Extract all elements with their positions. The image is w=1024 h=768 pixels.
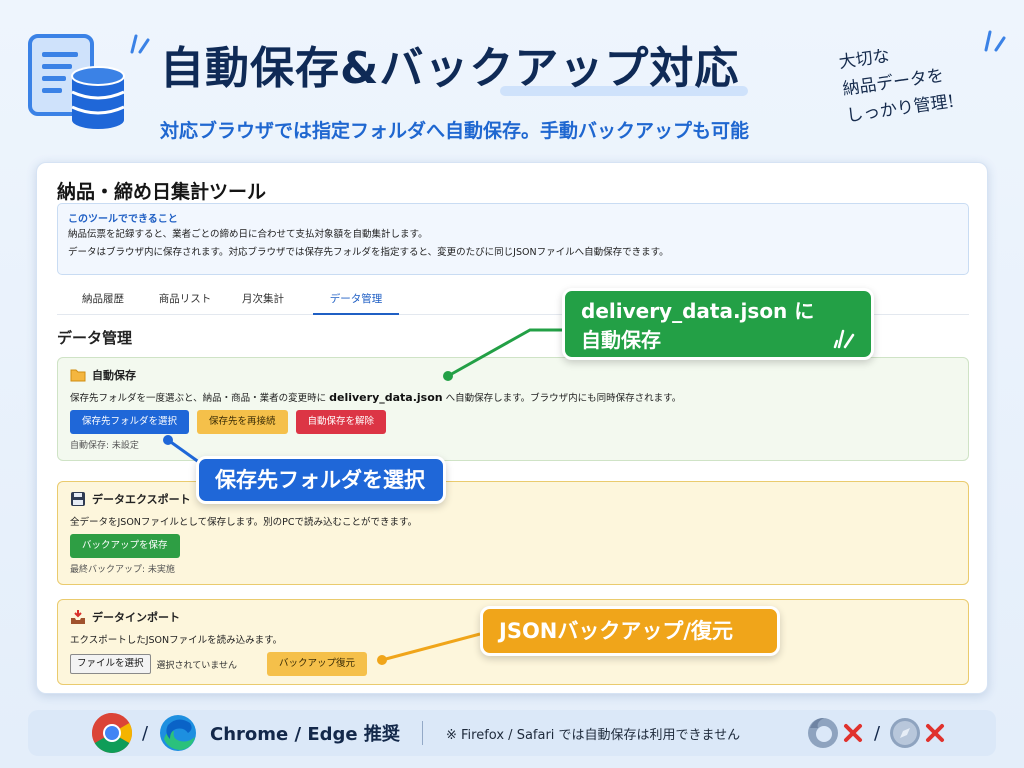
file-status: 選択されていません <box>156 660 237 671</box>
safari-icon <box>890 718 920 748</box>
autosave-desc-before: 保存先フォルダを一度選ぶと、納品・商品・業者の変更時に <box>70 393 330 404</box>
callout-line-2: 自動保存 <box>581 328 661 352</box>
autosave-status: 自動保存: 未設定 <box>70 441 139 451</box>
sparkle-icon <box>130 34 150 54</box>
footer-divider <box>422 721 423 745</box>
app-title: 納品・締め日集計ツール <box>57 181 267 203</box>
select-folder-callout: 保存先フォルダを選択 <box>196 456 446 504</box>
folder-icon <box>70 369 86 382</box>
section-heading: データ管理 <box>57 329 133 347</box>
info-box: このツールでできること 納品伝票を記録すると、業者ごとの締め日に合わせて支払対象… <box>57 203 969 275</box>
browser-separator: / <box>874 722 881 744</box>
recommended-browsers: Chrome / Edge 推奨 <box>210 724 400 745</box>
import-title: データインポート <box>92 611 180 624</box>
document-database-icon <box>28 34 125 129</box>
restore-backup-button[interactable]: バックアップ復元 <box>266 652 367 676</box>
disable-autosave-button[interactable]: 自動保存を解除 <box>295 410 387 434</box>
autosave-file-name: delivery_data.json <box>329 391 443 404</box>
callout-line-1: delivery_data.json に <box>581 299 815 323</box>
tab-delivery-history[interactable]: 納品履歴 <box>73 289 133 315</box>
firefox-icon <box>808 718 838 748</box>
autosave-desc-after: へ自動保存します。ブラウザ内にも同時保存されます。 <box>442 393 682 404</box>
export-panel: データエクスポート 全データをJSONファイルとして保存します。別のPCで読み込… <box>57 481 969 585</box>
export-title: データエクスポート <box>92 493 191 506</box>
cross-icon <box>926 724 944 742</box>
autosave-title: 自動保存 <box>92 369 136 382</box>
autosave-description: 保存先フォルダを一度選ぶと、納品・商品・業者の変更時に delivery_dat… <box>70 390 956 404</box>
inbox-tray-icon <box>71 610 85 624</box>
sparkle-icon <box>833 329 855 349</box>
browser-note: ※ Firefox / Safari では自動保存は利用できません <box>446 727 741 743</box>
sparkle-icon <box>984 30 1006 52</box>
cross-icon <box>844 724 862 742</box>
autosave-panel: 自動保存 保存先フォルダを一度選ぶと、納品・商品・業者の変更時に deliver… <box>57 357 969 461</box>
browser-separator: / <box>142 722 149 744</box>
reconnect-folder-button[interactable]: 保存先を再接続 <box>197 410 288 434</box>
footer-bar: / Chrome / Edge 推奨 ※ Firefox / Safari では… <box>28 710 996 756</box>
backup-restore-callout: JSONバックアップ/復元 <box>480 606 780 656</box>
floppy-disk-icon <box>71 492 85 506</box>
page-subtitle: 対応ブラウザでは指定フォルダへ自動保存。手動バックアップも可能 <box>160 120 750 142</box>
last-backup-status: 最終バックアップ: 未実施 <box>70 565 175 575</box>
tab-data-management[interactable]: データ管理 <box>313 289 399 315</box>
tab-product-list[interactable]: 商品リスト <box>149 289 221 315</box>
info-line-2: データはブラウザ内に保存されます。対応ブラウザでは保存先フォルダを指定すると、変… <box>68 247 669 258</box>
info-title: このツールでできること <box>68 214 178 225</box>
edge-icon <box>160 715 196 751</box>
export-description: 全データをJSONファイルとして保存します。別のPCで読み込むことができます。 <box>70 517 418 528</box>
select-folder-button[interactable]: 保存先フォルダを選択 <box>70 410 190 434</box>
page-title: 自動保存&バックアップ対応 <box>160 43 740 94</box>
tab-monthly-summary[interactable]: 月次集計 <box>233 289 293 315</box>
chrome-icon <box>92 713 132 753</box>
info-line-1: 納品伝票を記録すると、業者ごとの締め日に合わせて支払対象額を自動集計します。 <box>68 229 428 240</box>
autosave-callout: delivery_data.json に 自動保存 <box>562 288 874 360</box>
choose-file-button[interactable]: ファイルを選択 <box>70 654 151 674</box>
save-backup-button[interactable]: バックアップを保存 <box>70 534 180 558</box>
